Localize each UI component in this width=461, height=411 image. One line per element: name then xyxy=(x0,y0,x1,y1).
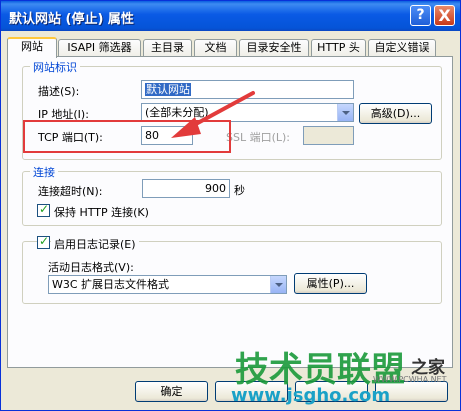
enable-logging-label: 启用日志记录(E) xyxy=(51,236,139,252)
log-format-select[interactable]: W3C 扩展日志文件格式 xyxy=(48,275,287,294)
chevron-down-icon[interactable] xyxy=(270,276,286,293)
watermark-small-url: WWW.PCWHA.NET xyxy=(373,375,447,384)
tab-website[interactable]: 网站 xyxy=(7,37,57,58)
properties-window: 默认网站 (停止) 属性 ? X 网站 ISAPI 筛选器 主目录 文档 目录安… xyxy=(0,0,461,411)
log-properties-button[interactable]: 属性(P)... xyxy=(294,273,367,294)
keep-alive-label: 保持 HTTP 连接(K) xyxy=(54,206,149,219)
ok-button[interactable]: 确定 xyxy=(135,381,208,402)
timeout-unit-label: 秒 xyxy=(234,184,245,197)
watermark-url: www.jsgho.com xyxy=(231,385,391,406)
connection-timeout-input[interactable]: 900 xyxy=(142,179,230,198)
enable-logging-checkbox[interactable] xyxy=(37,234,50,249)
log-format-value: W3C 扩展日志文件格式 xyxy=(52,278,170,291)
keep-alive-checkbox[interactable] xyxy=(37,202,50,217)
connection-legend: 连接 xyxy=(30,164,58,180)
connection-timeout-label: 连接超时(N): xyxy=(38,185,103,198)
log-format-label: 活动日志格式(V): xyxy=(48,261,134,274)
